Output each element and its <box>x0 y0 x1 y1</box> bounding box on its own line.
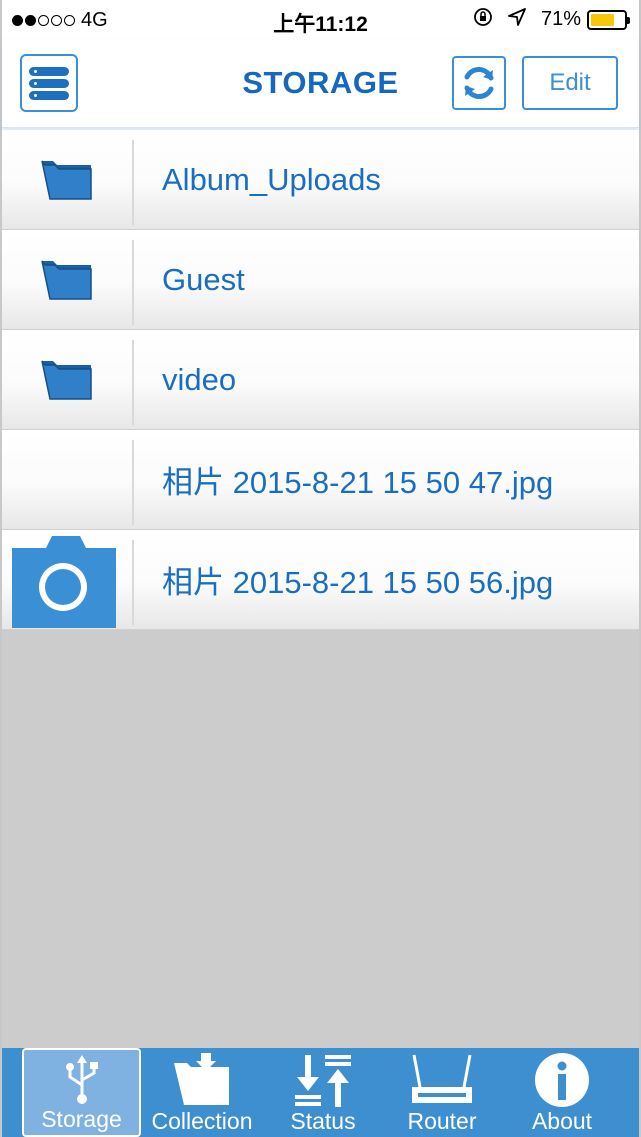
tab-icon-wrap <box>534 1052 590 1108</box>
orientation-lock-icon <box>473 7 493 32</box>
tab-label: Storage <box>41 1106 122 1132</box>
battery-icon <box>587 9 630 30</box>
row-divider <box>132 540 134 625</box>
tab-label: Router <box>407 1108 477 1134</box>
folder-icon <box>41 360 92 400</box>
collection-folder-icon <box>172 1053 229 1106</box>
tab-about[interactable]: About <box>501 1048 623 1137</box>
file-name: Album_Uploads <box>162 161 381 197</box>
empty-thumbnail <box>2 430 132 529</box>
folder-icon <box>41 260 92 300</box>
tab-router[interactable]: Router <box>383 1048 501 1137</box>
tab-label: Collection <box>151 1108 253 1134</box>
tab-collection[interactable]: Collection <box>141 1048 263 1137</box>
file-name: Guest <box>162 261 245 297</box>
row-icon-cell <box>2 230 132 329</box>
tab-bar: Storage Collection Status Router About <box>2 1048 639 1137</box>
transfer-status-icon <box>295 1055 351 1107</box>
tab-icon-wrap <box>171 1052 233 1108</box>
refresh-icon <box>464 67 494 99</box>
navigation-bar: STORAGE Edit <box>2 40 639 128</box>
info-icon <box>535 1053 589 1107</box>
row-divider <box>132 140 134 225</box>
row-divider <box>132 440 134 525</box>
tab-icon-wrap <box>410 1052 474 1108</box>
file-row-photo-1[interactable]: 相片 2015-8-21 15 50 47.jpg <box>2 430 639 530</box>
battery-percent: 71% <box>540 8 581 30</box>
empty-list-area <box>2 630 639 1048</box>
location-arrow-icon <box>507 7 527 32</box>
camera-icon <box>12 536 116 628</box>
tab-icon-wrap <box>295 1052 351 1108</box>
status-bar: 4G 上午11:12 71% <box>2 0 639 40</box>
tab-icon-wrap <box>62 1054 102 1106</box>
tab-storage[interactable]: Storage <box>22 1048 141 1137</box>
router-icon <box>412 1054 472 1103</box>
row-icon-cell <box>2 130 132 229</box>
row-divider <box>132 240 134 325</box>
file-row-video[interactable]: video <box>2 330 639 430</box>
folder-icon <box>41 160 92 200</box>
file-list: Album_Uploads Guest video 相片 2015-8-21 1… <box>2 130 639 630</box>
row-divider <box>132 340 134 425</box>
file-name: video <box>162 361 237 397</box>
file-row-guest[interactable]: Guest <box>2 230 639 330</box>
file-name: 相片 2015-8-21 15 50 56.jpg <box>162 565 554 600</box>
file-name: 相片 2015-8-21 15 50 47.jpg <box>162 465 554 500</box>
tab-label: About <box>531 1108 593 1134</box>
file-row-photo-2[interactable]: 相片 2015-8-21 15 50 56.jpg <box>2 530 639 630</box>
tab-label: Status <box>290 1108 356 1134</box>
edit-button[interactable]: Edit <box>522 56 618 110</box>
row-icon-cell <box>2 330 132 429</box>
usb-icon <box>65 1055 98 1104</box>
tab-status[interactable]: Status <box>263 1048 383 1137</box>
file-row-album-uploads[interactable]: Album_Uploads <box>2 130 639 230</box>
refresh-button[interactable] <box>452 56 506 110</box>
